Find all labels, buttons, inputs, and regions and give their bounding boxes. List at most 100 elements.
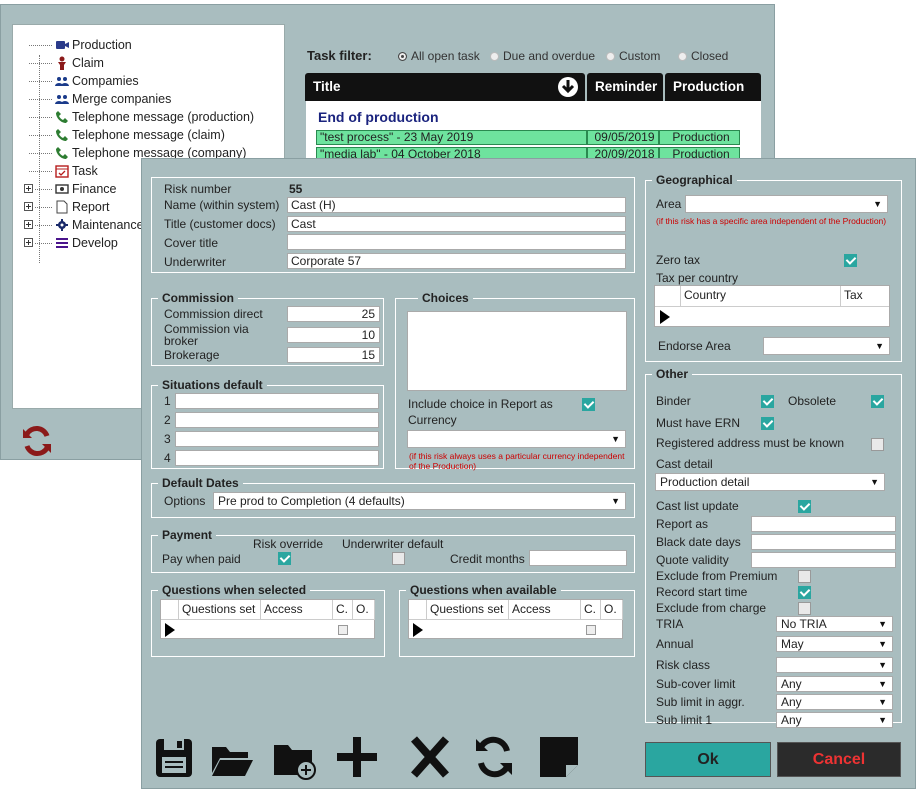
other-group: Other Binder Obsolete Must have ERN Regi… bbox=[645, 367, 902, 728]
expand-icon[interactable] bbox=[24, 202, 33, 211]
name-field[interactable]: Cast (H) bbox=[287, 197, 626, 213]
grid-header-access[interactable]: Access bbox=[509, 600, 581, 620]
expand-icon[interactable] bbox=[24, 184, 33, 193]
choices-textarea[interactable] bbox=[407, 311, 627, 391]
cast-detail-select[interactable]: Production detail bbox=[655, 473, 885, 491]
record-start-checkbox[interactable] bbox=[798, 586, 811, 599]
binder-label: Binder bbox=[656, 394, 691, 408]
cover-title-field[interactable] bbox=[287, 234, 626, 250]
filter-radio-all-open[interactable]: All open task bbox=[398, 49, 480, 63]
brokerage-field[interactable]: 15 bbox=[287, 347, 380, 363]
sub-limit-aggr-select[interactable]: Any bbox=[776, 694, 893, 710]
grid-header-o[interactable]: O. bbox=[601, 600, 623, 620]
add-icon[interactable] bbox=[335, 733, 379, 781]
annual-select[interactable]: May bbox=[776, 636, 893, 652]
date-options-select[interactable]: Pre prod to Completion (4 defaults) bbox=[213, 492, 626, 510]
currency-select[interactable] bbox=[407, 430, 626, 448]
column-header-production[interactable]: Production bbox=[665, 73, 761, 101]
filter-radio-due[interactable]: Due and overdue bbox=[490, 49, 595, 63]
tree-connector bbox=[35, 243, 52, 244]
exclude-premium-label: Exclude from Premium bbox=[656, 569, 778, 583]
quote-validity-field[interactable] bbox=[751, 552, 896, 568]
tree-connector bbox=[29, 117, 52, 118]
geographical-group: Geographical Area (if this risk has a sp… bbox=[645, 173, 902, 362]
risk-class-select[interactable] bbox=[776, 657, 893, 673]
zero-tax-checkbox[interactable] bbox=[844, 254, 857, 267]
sort-down-icon[interactable] bbox=[557, 76, 579, 98]
include-choice-checkbox[interactable] bbox=[582, 398, 595, 411]
filter-radio-closed[interactable]: Closed bbox=[678, 49, 728, 63]
exclude-charge-checkbox[interactable] bbox=[798, 602, 811, 615]
risk-class-label: Risk class bbox=[656, 658, 711, 672]
report-as-field[interactable] bbox=[751, 516, 896, 532]
filter-radio-custom[interactable]: Custom bbox=[606, 49, 660, 63]
other-legend: Other bbox=[656, 367, 689, 381]
task-row-production[interactable]: Production bbox=[659, 130, 740, 145]
cancel-button[interactable]: Cancel bbox=[777, 742, 901, 777]
task-filter-label: Task filter: bbox=[307, 48, 372, 63]
grid-header-c[interactable]: C. bbox=[333, 600, 353, 620]
credit-months-field[interactable] bbox=[529, 550, 627, 566]
must-have-ern-checkbox[interactable] bbox=[761, 417, 774, 430]
radio-icon bbox=[490, 52, 499, 61]
group-icon bbox=[55, 74, 69, 88]
grid-header-questions-set[interactable]: Questions set bbox=[427, 600, 509, 620]
row-pointer-icon bbox=[165, 623, 175, 637]
risk-override-checkbox[interactable] bbox=[278, 552, 291, 565]
grid-header-tax[interactable]: Tax bbox=[841, 286, 889, 307]
column-header-title[interactable]: Title bbox=[305, 73, 585, 101]
task-row-title[interactable]: "test process" - 23 May 2019 bbox=[316, 130, 587, 145]
ok-button[interactable]: Ok bbox=[645, 742, 771, 777]
grid-header-c[interactable]: C. bbox=[581, 600, 601, 620]
risk-details-group: Risk number 55 Name (within system) Cast… bbox=[151, 177, 635, 273]
grid-header-questions-set[interactable]: Questions set bbox=[179, 600, 261, 620]
situation-field[interactable] bbox=[175, 450, 379, 466]
obsolete-checkbox[interactable] bbox=[871, 395, 884, 408]
title-field[interactable]: Cast bbox=[287, 216, 626, 232]
open-folder-icon[interactable] bbox=[210, 733, 254, 781]
row-checkbox[interactable] bbox=[338, 625, 348, 635]
binder-checkbox[interactable] bbox=[761, 395, 774, 408]
document-icon bbox=[55, 200, 69, 214]
commission-direct-field[interactable]: 25 bbox=[287, 306, 380, 322]
column-header-reminder[interactable]: Reminder bbox=[587, 73, 663, 101]
task-row-reminder[interactable]: 09/05/2019 bbox=[587, 130, 659, 145]
row-checkbox[interactable] bbox=[586, 625, 596, 635]
expand-icon[interactable] bbox=[24, 238, 33, 247]
black-date-label: Black date days bbox=[656, 535, 741, 549]
exclude-charge-label: Exclude from charge bbox=[656, 601, 767, 615]
situation-field[interactable] bbox=[175, 393, 379, 409]
situation-field[interactable] bbox=[175, 431, 379, 447]
note-icon[interactable] bbox=[537, 733, 581, 781]
grid-header-o[interactable]: O. bbox=[353, 600, 375, 620]
tria-select[interactable]: No TRIA bbox=[776, 616, 893, 632]
refresh-icon[interactable] bbox=[472, 733, 516, 781]
new-folder-icon[interactable] bbox=[272, 733, 316, 781]
tree-item-label: Telephone message (production) bbox=[72, 110, 255, 124]
endorse-area-select[interactable] bbox=[763, 337, 890, 355]
grid-header-access[interactable]: Access bbox=[261, 600, 333, 620]
tree-item-label: Compamies bbox=[72, 74, 139, 88]
area-select[interactable] bbox=[685, 195, 888, 213]
currency-label: Currency bbox=[408, 413, 457, 427]
delete-icon[interactable] bbox=[408, 733, 452, 781]
record-start-label: Record start time bbox=[656, 585, 748, 599]
grid-header-country[interactable]: Country bbox=[681, 286, 841, 307]
commission-broker-field[interactable]: 10 bbox=[287, 327, 380, 343]
underwriter-default-checkbox[interactable] bbox=[392, 552, 405, 565]
pay-when-paid-label: Pay when paid bbox=[162, 552, 241, 566]
sub-cover-limit-label: Sub-cover limit bbox=[656, 677, 736, 691]
registered-address-checkbox[interactable] bbox=[871, 438, 884, 451]
sub-limit-1-select[interactable]: Any bbox=[776, 712, 893, 728]
cast-list-update-checkbox[interactable] bbox=[798, 500, 811, 513]
black-date-field[interactable] bbox=[751, 534, 896, 550]
sub-cover-limit-select[interactable]: Any bbox=[776, 676, 893, 692]
situation-field[interactable] bbox=[175, 412, 379, 428]
save-icon[interactable] bbox=[153, 733, 197, 781]
task-list: End of production "test process" - 23 Ma… bbox=[306, 101, 761, 165]
exclude-premium-checkbox[interactable] bbox=[798, 570, 811, 583]
expand-icon[interactable] bbox=[24, 220, 33, 229]
annual-label: Annual bbox=[656, 637, 694, 651]
underwriter-field[interactable]: Corporate 57 bbox=[287, 253, 626, 269]
refresh-icon[interactable] bbox=[19, 423, 55, 459]
